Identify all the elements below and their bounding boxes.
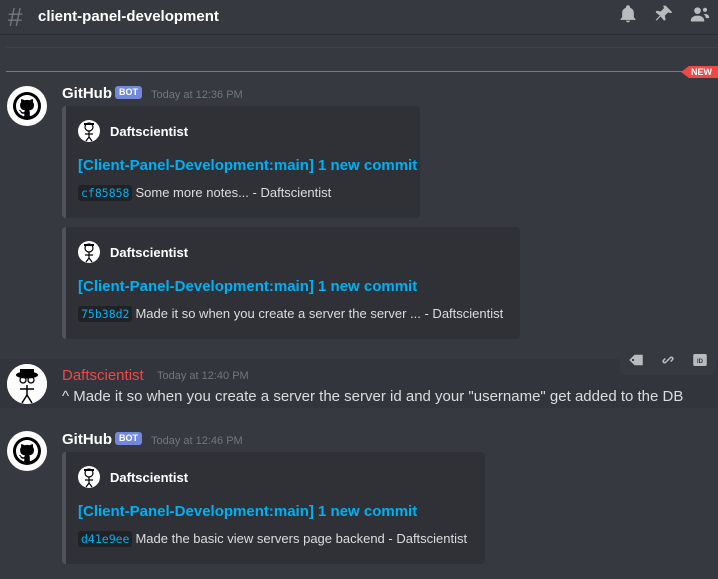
embed-author-name[interactable]: Daftscientist [110,124,188,139]
embed-author-name[interactable]: Daftscientist [110,245,188,260]
bot-tag: BOT [115,86,142,99]
daftscientist-avatar[interactable] [7,364,47,404]
commit-sha-link[interactable]: cf85858 [78,185,133,201]
channel-name: client-panel-development [38,8,219,25]
embed-description: cf85858 Some more notes... - Daftscientis… [78,185,332,201]
bell-icon[interactable] [610,1,646,27]
message-timestamp: Today at 12:36 PM [151,89,243,101]
message-author[interactable]: Daftscientist [62,367,144,384]
message-author[interactable]: GitHub [62,431,112,448]
message-timestamp: Today at 12:46 PM [151,435,243,447]
new-messages-divider [6,71,702,72]
scroll-top-divider [6,47,718,48]
commit-embed: Daftscientist [Client-Panel-Development:… [62,452,485,564]
embed-description: d41e9ee Made the basic view servers page … [78,531,468,547]
svg-text:ID: ID [697,359,704,365]
embed-description: 75b38d2 Made it so when you create a serv… [78,306,504,322]
pin-icon[interactable] [646,1,682,27]
embed-author-avatar [78,120,100,142]
channel-header: # client-panel-development [0,0,718,35]
message-author[interactable]: GitHub [62,85,112,102]
commit-message: Some more notes... - Daftscientist [135,185,332,200]
message-timestamp: Today at 12:40 PM [157,370,249,382]
link-icon[interactable] [652,345,684,375]
github-avatar[interactable] [7,86,47,126]
github-avatar[interactable] [7,431,47,471]
channel-hash-icon: # [8,2,23,32]
commit-message: Made the basic view servers page backend… [135,531,468,546]
tag-icon[interactable] [620,345,652,375]
commit-sha-link[interactable]: 75b38d2 [78,306,133,322]
commit-message: Made it so when you create a server the … [135,306,504,321]
embed-author-name[interactable]: Daftscientist [110,470,188,485]
header-toolbar [610,0,718,28]
commit-embed: Daftscientist [Client-Panel-Development:… [62,106,420,218]
commit-sha-link[interactable]: d41e9ee [78,531,133,547]
members-icon[interactable] [682,1,718,27]
embed-title-link[interactable]: [Client-Panel-Development:main] 1 new co… [78,503,417,520]
embed-title-link[interactable]: [Client-Panel-Development:main] 1 new co… [78,278,417,295]
embed-author-avatar [78,466,100,488]
new-messages-badge: NEW [681,66,718,78]
id-icon[interactable]: ID [684,345,716,375]
embed-title-link[interactable]: [Client-Panel-Development:main] 1 new co… [78,157,417,174]
message-hover-actions: ID [620,345,716,375]
commit-embed: Daftscientist [Client-Panel-Development:… [62,227,520,339]
embed-author-avatar [78,241,100,263]
bot-tag: BOT [115,432,142,445]
message-content: ^ Made it so when you create a server th… [62,388,684,405]
